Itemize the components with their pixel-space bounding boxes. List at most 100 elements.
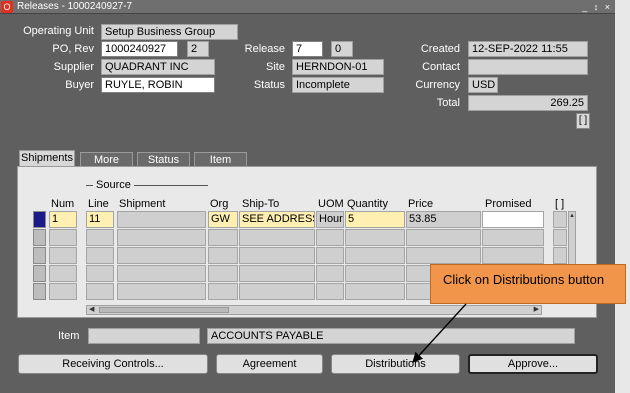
empty-cell[interactable]	[482, 247, 544, 264]
empty-cell[interactable]	[406, 229, 481, 246]
empty-cell[interactable]	[345, 229, 405, 246]
cell-ship-to[interactable]: SEE ADDRESS	[239, 211, 315, 228]
row-selector[interactable]	[33, 229, 46, 246]
agreement-button[interactable]: Agreement	[216, 354, 323, 374]
po-number-field[interactable]: 1000240927	[101, 41, 178, 57]
empty-cell[interactable]	[316, 247, 344, 264]
approve-button[interactable]: Approve...	[468, 354, 598, 374]
empty-cell[interactable]	[345, 283, 405, 300]
cell-quantity[interactable]: 5	[345, 211, 405, 228]
created-label: Created	[420, 43, 460, 55]
total-label: Total	[436, 97, 460, 109]
empty-cell[interactable]	[208, 265, 238, 282]
descriptive-flexfield[interactable]: [ ]	[576, 113, 590, 129]
empty-cell[interactable]	[208, 247, 238, 264]
source-group-header: Source	[93, 179, 134, 191]
empty-cell[interactable]	[86, 265, 114, 282]
empty-cell[interactable]	[117, 229, 206, 246]
currency-field[interactable]: USD	[468, 77, 498, 93]
col-shipment: Shipment	[119, 198, 166, 210]
supplier-field[interactable]: QUADRANT INC	[101, 59, 215, 75]
empty-cell[interactable]	[316, 283, 344, 300]
status-label: Status	[253, 79, 285, 91]
item-description-field[interactable]: ACCOUNTS PAYABLE	[207, 328, 575, 344]
item-field[interactable]	[88, 328, 200, 344]
cell-num[interactable]: 1	[49, 211, 77, 228]
cell-price[interactable]: 53.85	[406, 211, 481, 228]
window-title: Releases - 1000240927-7	[17, 1, 133, 12]
empty-cell[interactable]	[345, 265, 405, 282]
col-uom: UOM	[318, 198, 344, 210]
empty-cell[interactable]	[208, 283, 238, 300]
buyer-field[interactable]: RUYLE, ROBIN	[101, 77, 215, 93]
scroll-thumb[interactable]	[99, 307, 229, 313]
empty-cell[interactable]	[406, 247, 481, 264]
empty-cell[interactable]	[49, 283, 77, 300]
empty-cell[interactable]	[117, 283, 206, 300]
empty-cell[interactable]	[49, 265, 77, 282]
po-rev-label: PO, Rev	[52, 43, 94, 55]
agreement-label: Agreement	[242, 358, 297, 370]
col-price: Price	[408, 198, 434, 210]
receiving-controls-button[interactable]: Receiving Controls...	[18, 354, 208, 374]
empty-cell[interactable]	[239, 247, 315, 264]
empty-cell[interactable]	[316, 229, 344, 246]
oracle-app-icon: O	[1, 1, 13, 13]
scroll-right-icon[interactable]: ▶	[534, 306, 539, 314]
grid-horizontal-scrollbar[interactable]: ◀ ▶	[86, 305, 542, 315]
row-selector[interactable]	[33, 211, 46, 228]
revision-field[interactable]: 2	[187, 41, 209, 57]
window-controls[interactable]: _ ↕ ×	[582, 0, 612, 14]
empty-cell[interactable]	[553, 229, 567, 246]
empty-cell[interactable]	[117, 265, 206, 282]
site-label: Site	[266, 61, 285, 73]
callout-text: Click on Distributions button	[443, 272, 605, 287]
window-titlebar: O Releases - 1000240927-7 _ ↕ ×	[0, 0, 615, 14]
created-field[interactable]: 12-SEP-2022 11:55	[468, 41, 588, 57]
empty-cell[interactable]	[482, 229, 544, 246]
scroll-up-icon[interactable]: ▲	[569, 212, 575, 220]
release-field[interactable]: 7	[292, 41, 323, 57]
operating-unit-label: Operating Unit	[23, 25, 94, 37]
row-selector[interactable]	[33, 283, 46, 300]
release-label: Release	[244, 43, 285, 55]
empty-cell[interactable]	[316, 265, 344, 282]
release-rev-field[interactable]: 0	[331, 41, 353, 57]
buyer-label: Buyer	[65, 79, 94, 91]
empty-cell[interactable]	[208, 229, 238, 246]
empty-cell[interactable]	[86, 247, 114, 264]
cell-shipment[interactable]	[117, 211, 206, 228]
operating-unit-field[interactable]: Setup Business Group	[101, 24, 238, 40]
empty-cell[interactable]	[86, 283, 114, 300]
empty-cell[interactable]	[553, 247, 567, 264]
supplier-label: Supplier	[53, 61, 94, 73]
empty-cell[interactable]	[117, 247, 206, 264]
col-line: Line	[88, 198, 109, 210]
empty-cell[interactable]	[239, 229, 315, 246]
cell-uom[interactable]: Hour	[316, 211, 344, 228]
distributions-button[interactable]: Distributions	[331, 354, 460, 374]
site-field[interactable]: HERNDON-01	[292, 59, 384, 75]
col-dff: [ ]	[555, 198, 565, 210]
cell-dff[interactable]	[553, 211, 567, 228]
empty-cell[interactable]	[239, 265, 315, 282]
scroll-left-icon[interactable]: ◀	[89, 306, 94, 314]
empty-cell[interactable]	[49, 229, 77, 246]
row-selector[interactable]	[33, 247, 46, 264]
empty-cell[interactable]	[86, 229, 114, 246]
col-promised: Promised	[485, 198, 532, 210]
empty-cell[interactable]	[49, 247, 77, 264]
contact-label: Contact	[422, 61, 460, 73]
contact-field[interactable]	[468, 59, 588, 75]
cell-promised[interactable]	[482, 211, 544, 228]
cell-line[interactable]: 11	[86, 211, 114, 228]
row-selector[interactable]	[33, 265, 46, 282]
approve-label: Approve...	[507, 358, 559, 370]
col-num: Num	[51, 198, 75, 210]
empty-cell[interactable]	[239, 283, 315, 300]
instruction-callout: Click on Distributions button	[430, 264, 626, 304]
total-field[interactable]: 269.25	[468, 95, 588, 111]
cell-org[interactable]: GW	[208, 211, 238, 228]
empty-cell[interactable]	[345, 247, 405, 264]
status-field[interactable]: Incomplete	[292, 77, 384, 93]
